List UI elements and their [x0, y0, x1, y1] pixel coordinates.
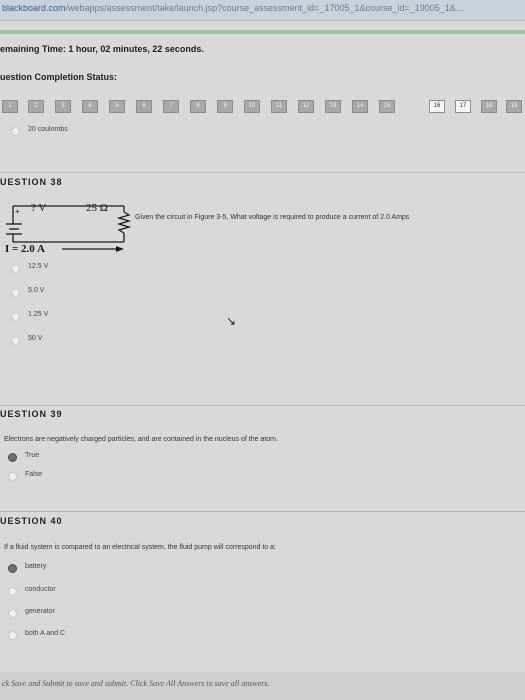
header-divider	[0, 30, 525, 34]
answer-label: 5.0 V	[28, 287, 45, 294]
answer-label: both A and C	[25, 630, 66, 637]
answer-option[interactable]: 5.0 V	[11, 287, 111, 299]
answer-option[interactable]: 1.25 V	[11, 311, 111, 323]
radio-button-selected[interactable]	[8, 453, 17, 462]
remaining-time-label: emaining Time:	[0, 44, 66, 54]
mouse-cursor-icon: ↘	[226, 314, 237, 328]
question-nav-button[interactable]: 18	[481, 100, 497, 113]
radio-button[interactable]	[11, 264, 20, 273]
resistor-symbol	[116, 211, 132, 234]
answer-label: 1.25 V	[28, 311, 49, 318]
current-arrowhead	[116, 246, 124, 252]
completion-status-label: uestion Completion Status:	[0, 72, 117, 82]
radio-button[interactable]	[11, 336, 20, 345]
question-nav-button[interactable]: 11	[271, 100, 287, 113]
question-divider	[0, 172, 525, 173]
question-40-heading: UESTION 40	[0, 516, 63, 526]
question-nav-button[interactable]: 14	[352, 100, 368, 113]
question-nav-button[interactable]: 15	[379, 100, 395, 113]
question-nav-button[interactable]: 9	[217, 100, 233, 113]
answer-option[interactable]: generator	[8, 608, 108, 620]
answer-label: battery	[25, 563, 47, 570]
question-nav-button[interactable]: 5	[109, 100, 125, 113]
radio-button[interactable]	[11, 127, 20, 136]
radio-button[interactable]	[8, 472, 17, 481]
answer-option[interactable]: battery	[8, 563, 108, 575]
answer-option[interactable]: 20 coulombs	[11, 126, 131, 138]
question-nav-button[interactable]: 16	[429, 100, 445, 113]
question-nav-button[interactable]: 6	[136, 100, 152, 113]
question-nav-button[interactable]: 4	[82, 100, 98, 113]
question-nav-button[interactable]: 3	[55, 100, 71, 113]
question-38-text: Given the circuit in Figure 3-5, What vo…	[135, 214, 410, 221]
question-39-text: Electrons are negatively charged particl…	[4, 436, 278, 443]
answer-label: 12.5 V	[28, 263, 49, 270]
url-text[interactable]: blackboard.com/webapps/assessment/take/l…	[2, 3, 463, 13]
question-nav-button[interactable]: 2	[28, 100, 44, 113]
answer-label: 20 coulombs	[28, 126, 68, 133]
answer-label: True	[25, 452, 40, 459]
submit-instructions-text: ck Save and Submit to save and submit. C…	[2, 679, 270, 688]
remaining-time-value: 1 hour, 02 minutes, 22 seconds.	[68, 44, 204, 54]
radio-button[interactable]	[8, 631, 17, 640]
radio-button[interactable]	[8, 609, 17, 618]
question-40-text: If a fluid system is compared to an elec…	[4, 544, 276, 551]
submit-instructions-bar: ck Save and Submit to save and submit. C…	[0, 672, 525, 700]
question-nav-button[interactable]: 13	[325, 100, 341, 113]
circuit-current-label: I = 2.0 A	[5, 243, 45, 255]
circuit-voltage-label: ? V	[31, 202, 47, 214]
remaining-time: emaining Time: 1 hour, 02 minutes, 22 se…	[0, 44, 204, 54]
answer-label: conductor	[25, 586, 56, 593]
answer-label: False	[25, 471, 43, 478]
answer-option[interactable]: False	[8, 471, 88, 483]
address-bar[interactable]: blackboard.com/webapps/assessment/take/l…	[0, 0, 525, 21]
question-nav-button[interactable]: 12	[298, 100, 314, 113]
answer-label: generator	[25, 608, 55, 615]
question-nav-button[interactable]: 8	[190, 100, 206, 113]
circuit-diagram: +	[6, 205, 132, 252]
answer-option[interactable]: 12.5 V	[11, 263, 111, 275]
question-navigation: 1 2 3 4 5 6 7 8 9 10 11 12 13 14 15 16 1…	[0, 96, 525, 120]
question-nav-button[interactable]: 17	[455, 100, 471, 113]
question-divider	[0, 405, 525, 406]
question-nav-button[interactable]: 1	[2, 100, 18, 113]
radio-button-selected[interactable]	[8, 564, 17, 573]
answer-option[interactable]: both A and C	[8, 630, 108, 642]
question-nav-button[interactable]: 7	[163, 100, 179, 113]
battery-plus-sign: +	[15, 207, 20, 216]
question-38-heading: UESTION 38	[0, 177, 63, 187]
radio-button[interactable]	[11, 312, 20, 321]
url-host: blackboard.com	[2, 3, 66, 13]
answer-option[interactable]: 50 V	[11, 335, 111, 347]
radio-button[interactable]	[8, 587, 17, 596]
answer-option[interactable]: conductor	[8, 586, 108, 598]
question-39-heading: UESTION 39	[0, 409, 63, 419]
answer-option[interactable]: True	[8, 452, 88, 464]
radio-button[interactable]	[11, 288, 20, 297]
question-divider	[0, 511, 525, 512]
url-path: /webapps/assessment/take/launch.jsp?cour…	[65, 3, 464, 13]
answer-label: 50 V	[28, 335, 43, 342]
circuit-resistance-label: 25 Ω	[86, 202, 108, 214]
question-nav-button[interactable]: 19	[506, 100, 522, 113]
question-nav-button[interactable]: 10	[244, 100, 260, 113]
